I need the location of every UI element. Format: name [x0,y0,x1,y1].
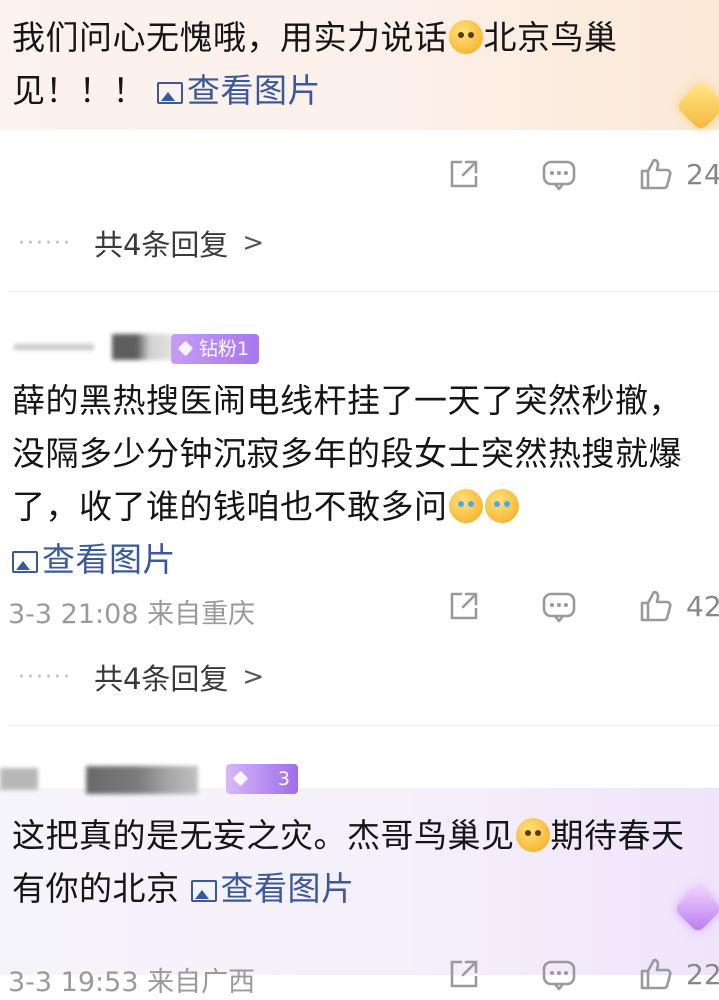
fan-badge: 钻粉1 [171,334,260,364]
username-redacted [0,768,38,790]
comment-icon [542,960,576,991]
chevron-right-icon: > [242,228,265,258]
share-button[interactable] [446,956,482,992]
comment-button[interactable] [540,956,578,994]
chevron-right-icon: > [242,662,265,692]
view-replies-link[interactable]: ······ 共4条回复 > [18,656,264,698]
like-button[interactable]: 22 [638,956,719,992]
thumbs-up-icon [640,590,672,622]
user-row[interactable]: 钻粉1 [0,328,719,364]
fan-badge-label: 钻粉1 [199,338,250,360]
grin-emoji-icon [448,20,483,54]
view-replies-link[interactable]: ······ 共4条回复 > [18,222,264,264]
comment-meta: 3-3 21:08 来自重庆 [8,599,256,630]
image-icon [12,551,38,573]
comment-actions: 3-3 21:08 来自重庆 42 [0,588,719,632]
comment-text: 我们问心无愧哦，用实力说话 北京鸟巢见！！！ 查看图片 [12,11,693,117]
share-icon [450,160,478,188]
reply-count-label: 共4条回复 [93,662,229,696]
image-icon [190,880,217,902]
like-count: 24 [686,157,719,191]
comment-card: 3 这把真的是无妄之灾。杰哥鸟巢见 期待春天有你的北京 查看图片 3-3 19:5… [0,726,719,998]
share-icon [450,960,478,988]
view-image-link[interactable]: 查看图片 [157,71,321,110]
view-image-label: 查看图片 [220,869,355,908]
dots-icon: ······ [18,230,72,256]
share-button[interactable] [446,156,482,192]
like-count: 22 [686,957,719,991]
comment-icon [542,160,576,191]
comment-icon [542,592,576,623]
username-redacted [14,344,94,350]
fan-badge-label: 3 [277,768,290,790]
fan-badge: 3 [226,764,298,794]
like-button[interactable]: 42 [638,588,719,624]
comment-button[interactable] [540,588,578,626]
comment-text: 薛的黑热搜医闹电线杆挂了一天了突然秒撤，没隔多少分钟沉寂多年的段女士突然热搜就爆… [12,374,693,586]
image-icon [157,82,183,104]
thumbs-up-icon [640,158,672,190]
comment-card: 钻粉1 薛的黑热搜医闹电线杆挂了一天了突然秒撤，没隔多少分钟沉寂多年的段女士突然… [0,292,719,724]
comment-text-part: 薛的黑热搜医闹电线杆挂了一天了突然秒撤，没隔多少分钟沉寂多年的段女士突然热搜就爆… [12,381,682,526]
like-count: 42 [686,589,719,623]
crying-emoji-icon [484,489,519,523]
like-button[interactable]: 24 [638,156,719,192]
comment-text: 这把真的是无妄之灾。杰哥鸟巢见 期待春天有你的北京 查看图片 [12,809,693,915]
comment-card: 我们问心无愧哦，用实力说话 北京鸟巢见！！！ 查看图片 24 ······ 共4… [0,0,719,290]
view-image-link[interactable]: 查看图片 [190,869,355,908]
view-image-label: 查看图片 [187,71,321,110]
share-button[interactable] [446,588,482,624]
user-row[interactable]: 3 [0,764,719,798]
view-image-label: 查看图片 [42,540,176,579]
reply-count-label: 共4条回复 [93,228,229,262]
thumbs-up-icon [640,958,672,990]
dots-icon: ······ [18,664,72,690]
comment-meta: 3-3 19:53 来自广西 [8,967,256,998]
username-redacted [112,334,174,360]
comment-actions: 3-3 19:53 来自广西 22 [0,956,719,1000]
crying-emoji-icon [448,489,483,523]
comment-text-part: 我们问心无愧哦，用实力说话 [12,18,448,57]
comment-actions: 24 [0,156,719,200]
username-redacted [86,766,198,794]
share-icon [450,592,478,620]
comment-button[interactable] [540,156,578,194]
view-image-link[interactable]: 查看图片 [12,540,176,579]
grin-emoji-icon [515,818,550,852]
comment-text-part: 这把真的是无妄之灾。杰哥鸟巢见 [12,816,515,855]
